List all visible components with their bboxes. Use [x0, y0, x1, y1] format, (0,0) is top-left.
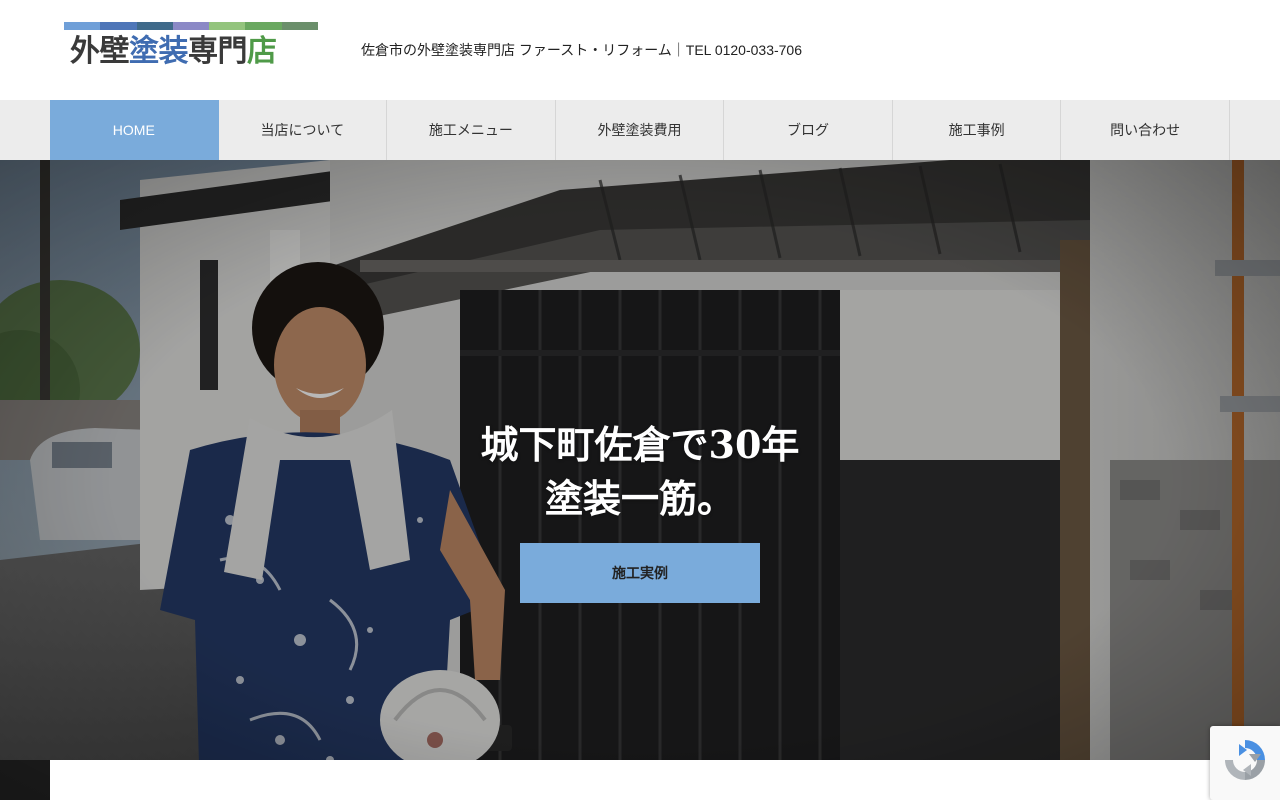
logo-color-bar — [64, 22, 318, 30]
nav-item-pricing[interactable]: 外壁塗装費用 — [556, 100, 725, 160]
site-logo[interactable]: 外壁塗装専門店 — [64, 22, 318, 72]
recaptcha-icon — [1225, 740, 1265, 780]
logo-text-part: 店 — [247, 34, 277, 69]
logo-bar-segment — [281, 22, 318, 30]
site-header: 外壁塗装専門店 佐倉市の外壁塗装専門店 ファースト・リフォーム｜TEL 0120… — [0, 0, 1280, 100]
logo-text-part: 塗装 — [129, 34, 189, 69]
logo-bar-segment — [136, 22, 173, 30]
logo-bar-segment — [209, 22, 246, 30]
hero-headline-line2: 塗装一筋。 — [544, 476, 735, 521]
hero-headline-line1: 城下町佐倉で30年 — [480, 422, 800, 467]
site-tagline: 佐倉市の外壁塗装専門店 ファースト・リフォーム｜TEL 0120-033-706 — [361, 42, 802, 58]
nav-item-home[interactable]: HOME — [50, 100, 219, 160]
logo-bar-segment — [64, 22, 101, 30]
logo-bar-segment — [245, 22, 282, 30]
recaptcha-badge[interactable] — [1210, 726, 1280, 800]
global-nav-bar: HOME 当店について 施工メニュー 外壁塗装費用 ブログ 施工事例 問い合わせ — [0, 100, 1280, 160]
nav-item-blog[interactable]: ブログ — [724, 100, 893, 160]
hero-headline: 城下町佐倉で30年 塗装一筋。 — [440, 418, 840, 526]
nav-item-works[interactable]: 施工事例 — [893, 100, 1062, 160]
nav-item-about[interactable]: 当店について — [219, 100, 388, 160]
logo-text-part: 専門 — [188, 34, 248, 69]
hero-works-button[interactable]: 施工実例 — [520, 543, 760, 603]
logo-bar-segment — [172, 22, 210, 30]
nav-item-service-menu[interactable]: 施工メニュー — [387, 100, 556, 160]
nav-item-contact[interactable]: 問い合わせ — [1061, 100, 1230, 160]
hero-section: 城下町佐倉で30年 塗装一筋。 施工実例 — [0, 160, 1280, 800]
content-card — [50, 760, 1230, 800]
logo-text: 外壁塗装専門店 — [64, 34, 318, 70]
logo-bar-segment — [100, 22, 137, 30]
global-nav: HOME 当店について 施工メニュー 外壁塗装費用 ブログ 施工事例 問い合わせ — [50, 100, 1230, 160]
logo-text-part: 外壁 — [70, 34, 130, 69]
